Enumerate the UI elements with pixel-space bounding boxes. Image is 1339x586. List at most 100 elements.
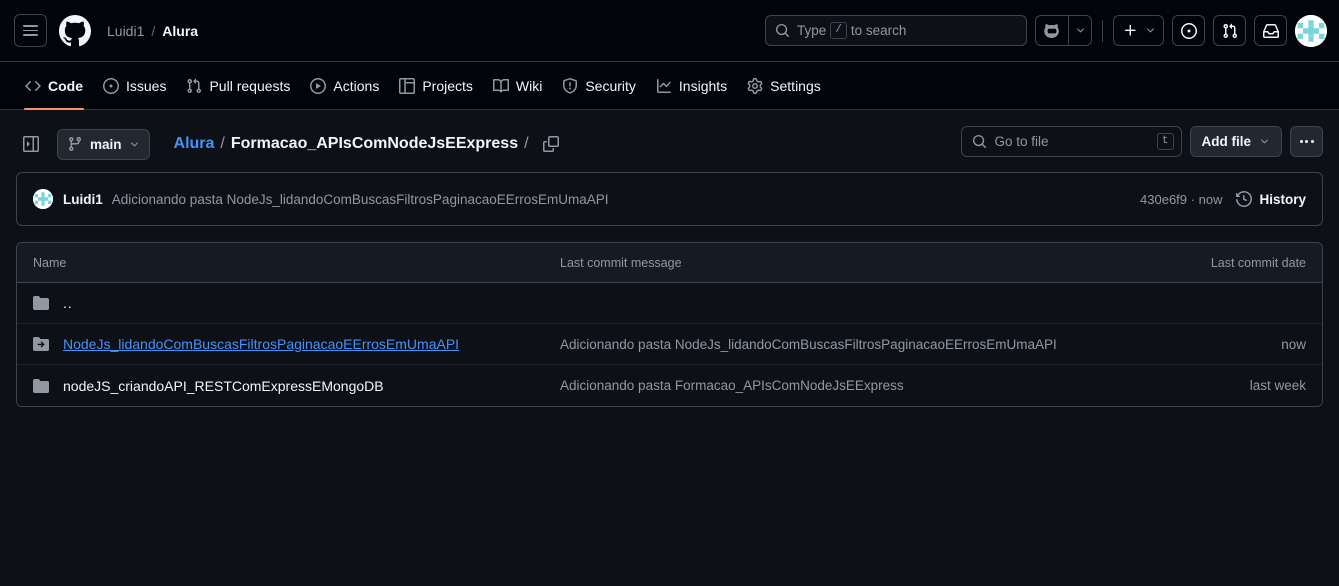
- branch-name-label: main: [90, 136, 122, 152]
- row-message-cell[interactable]: Adicionando pasta NodeJs_lidandoComBusca…: [560, 337, 1106, 352]
- file-list-table: Name Last commit message Last commit dat…: [16, 242, 1323, 407]
- history-link[interactable]: History: [1236, 191, 1306, 207]
- copilot-icon: [1044, 23, 1059, 38]
- search-icon: [972, 134, 986, 149]
- path-root-link[interactable]: Alura: [174, 135, 215, 153]
- row-message-cell[interactable]: Adicionando pasta Formacao_APIsComNodeJs…: [560, 378, 1106, 393]
- avatar-identicon-icon: [1295, 14, 1327, 47]
- chevron-down-icon: [1147, 28, 1154, 33]
- commit-message[interactable]: Adicionando pasta NodeJs_lidandoComBusca…: [112, 192, 609, 207]
- copilot-button[interactable]: [1036, 16, 1068, 45]
- column-header-name: Name: [33, 255, 67, 270]
- user-avatar[interactable]: [1295, 14, 1327, 47]
- play-icon: [310, 77, 327, 94]
- shield-icon: [562, 77, 578, 94]
- folder-symlink-icon: [33, 336, 49, 352]
- tab-pull-requests-label: Pull requests: [209, 77, 291, 94]
- go-to-file-placeholder: Go to file: [994, 134, 1049, 149]
- path-current-folder: Formacao_APIsComNodeJsEExpress: [230, 135, 519, 152]
- path-separator: /: [524, 135, 529, 152]
- folder-link[interactable]: nodeJS_criandoAPI_RESTComExpressEMongoDB: [63, 378, 384, 394]
- search-kbd-badge: /: [830, 22, 847, 39]
- row-name-cell: NodeJs_lidandoComBuscasFiltrosPaginacaoE…: [33, 336, 560, 352]
- tab-settings[interactable]: Settings: [738, 62, 830, 109]
- parent-directory-link[interactable]: ..: [63, 295, 73, 311]
- commit-author-name[interactable]: Luidi1: [63, 192, 103, 207]
- git-pull-request-icon: [186, 78, 202, 94]
- tab-issues[interactable]: Issues: [94, 62, 175, 109]
- folder-link[interactable]: NodeJs_lidandoComBuscasFiltrosPaginacaoE…: [63, 336, 459, 352]
- kebab-horizontal-icon-dot: [1305, 140, 1308, 143]
- github-logo-icon[interactable]: [59, 14, 91, 47]
- path-separator: /: [220, 135, 225, 152]
- plus-icon: [1124, 24, 1136, 36]
- git-branch-icon: [68, 137, 81, 152]
- header-breadcrumb: Luidi1 / Alura: [107, 23, 198, 39]
- pull-requests-button[interactable]: [1213, 15, 1246, 46]
- copilot-dropdown-button[interactable]: [1068, 16, 1091, 45]
- breadcrumb-separator: /: [151, 22, 156, 39]
- row-name-cell: ..: [33, 295, 560, 311]
- tab-pull-requests[interactable]: Pull requests: [177, 62, 299, 109]
- copilot-split-button[interactable]: [1035, 15, 1092, 46]
- breadcrumb-repo[interactable]: Alura: [162, 23, 198, 39]
- graph-icon: [656, 78, 672, 94]
- copy-path-icon: [542, 136, 559, 152]
- search-placeholder-prefix: Type: [797, 23, 827, 38]
- file-browser-actions: Go to file t Add file: [960, 126, 1323, 157]
- search-placeholder-suffix: to search: [850, 23, 907, 38]
- commit-hash[interactable]: 430e6f9: [1140, 192, 1187, 207]
- tab-code[interactable]: Code: [16, 62, 92, 110]
- copy-path-button[interactable]: [537, 130, 565, 158]
- commit-author-avatar[interactable]: [33, 189, 53, 209]
- search-icon: [775, 23, 790, 38]
- sidebar-expand-button[interactable]: [16, 130, 45, 159]
- hamburger-menu-button[interactable]: [14, 14, 47, 47]
- tab-insights[interactable]: Insights: [647, 62, 736, 109]
- issues-button[interactable]: [1172, 15, 1205, 46]
- add-file-button[interactable]: Add file: [1189, 126, 1282, 157]
- history-icon: [1236, 191, 1253, 207]
- history-label: History: [1259, 191, 1306, 207]
- create-new-button[interactable]: [1113, 15, 1164, 46]
- table-row[interactable]: NodeJs_lidandoComBuscasFiltrosPaginacaoE…: [17, 324, 1322, 365]
- go-to-file-input[interactable]: Go to file t: [960, 126, 1182, 157]
- column-header-message: Last commit message: [560, 255, 682, 270]
- row-date-cell: last week: [1249, 378, 1306, 393]
- tab-actions-label: Actions: [333, 77, 380, 94]
- commit-hash-separator: ·: [1190, 191, 1195, 207]
- branch-selector-button[interactable]: main: [57, 128, 150, 160]
- gear-icon: [747, 77, 763, 94]
- more-options-button[interactable]: [1290, 126, 1323, 157]
- hamburger-icon-bar: [23, 34, 38, 37]
- tab-code-label: Code: [48, 77, 83, 94]
- tab-projects[interactable]: Projects: [390, 62, 482, 109]
- go-to-file-kbd-badge: t: [1156, 133, 1174, 150]
- issue-opened-icon: [1180, 22, 1197, 39]
- tab-actions[interactable]: Actions: [301, 62, 388, 109]
- table-row[interactable]: ..: [17, 283, 1322, 324]
- chevron-down-icon: [130, 141, 138, 146]
- chevron-down-icon: [1076, 28, 1084, 33]
- path-breadcrumb: Alura / Formacao_APIsComNodeJsEExpress /: [174, 130, 565, 158]
- notifications-inbox-button[interactable]: [1254, 15, 1287, 46]
- hamburger-icon-bar: [23, 29, 38, 32]
- file-browser-toolbar: main Alura / Formacao_APIsComNodeJsEExpr…: [0, 110, 1339, 172]
- tab-wiki-label: Wiki: [515, 77, 543, 94]
- breadcrumb-owner[interactable]: Luidi1: [107, 23, 144, 39]
- tab-wiki[interactable]: Wiki: [484, 62, 551, 109]
- search-input[interactable]: Type / to search: [765, 15, 1027, 46]
- commit-hash-and-time: 430e6f9 · now: [1140, 192, 1222, 207]
- tab-projects-label: Projects: [422, 77, 473, 94]
- avatar-identicon-icon: [33, 189, 53, 209]
- column-header-date: Last commit date: [1210, 255, 1306, 270]
- issue-opened-icon: [103, 77, 119, 94]
- table-icon: [399, 77, 416, 94]
- global-header: Luidi1 / Alura Type / to search: [0, 0, 1339, 62]
- tab-security[interactable]: Security: [553, 62, 645, 109]
- code-icon: [25, 78, 41, 94]
- header-actions: Type / to search: [765, 0, 1327, 61]
- table-row[interactable]: nodeJS_criandoAPI_RESTComExpressEMongoDB…: [17, 365, 1322, 406]
- tab-security-label: Security: [585, 77, 636, 94]
- latest-commit-bar: Luidi1 Adicionando pasta NodeJs_lidandoC…: [16, 172, 1323, 226]
